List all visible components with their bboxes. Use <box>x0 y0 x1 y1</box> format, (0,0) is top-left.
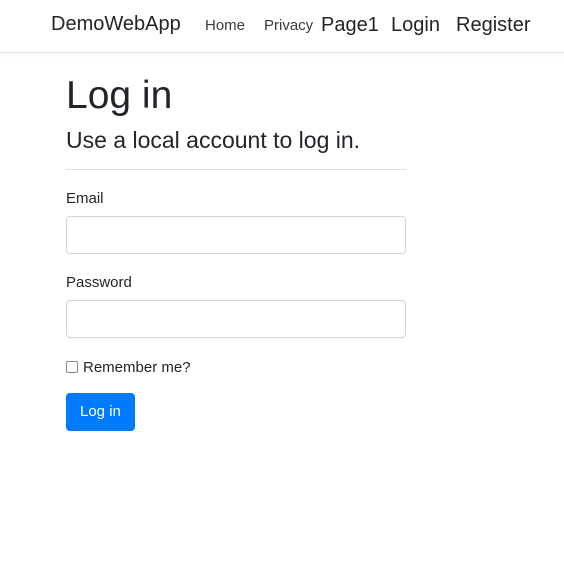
nav-link-login[interactable]: Login <box>391 14 440 37</box>
page-title: Log in <box>66 74 173 117</box>
email-field[interactable] <box>66 216 406 254</box>
nav-link-privacy[interactable]: Privacy <box>264 17 313 34</box>
remember-me-label[interactable]: Remember me? <box>83 359 191 376</box>
email-label: Email <box>66 190 104 207</box>
remember-me-checkbox[interactable] <box>66 361 78 373</box>
top-navbar: DemoWebApp Home Privacy Page1 Login Regi… <box>0 0 564 53</box>
brand-link[interactable]: DemoWebApp <box>51 13 181 36</box>
form-subtitle: Use a local account to log in. <box>66 127 361 153</box>
password-label: Password <box>66 274 132 291</box>
nav-link-register[interactable]: Register <box>456 14 530 37</box>
nav-link-home[interactable]: Home <box>205 17 245 34</box>
divider <box>66 169 406 170</box>
password-field[interactable] <box>66 300 406 338</box>
nav-link-page1[interactable]: Page1 <box>321 14 379 37</box>
remember-me-row: Remember me? <box>66 358 406 376</box>
login-form-section: Log in Use a local account to log in. Em… <box>66 70 406 431</box>
login-button[interactable]: Log in <box>66 393 135 431</box>
